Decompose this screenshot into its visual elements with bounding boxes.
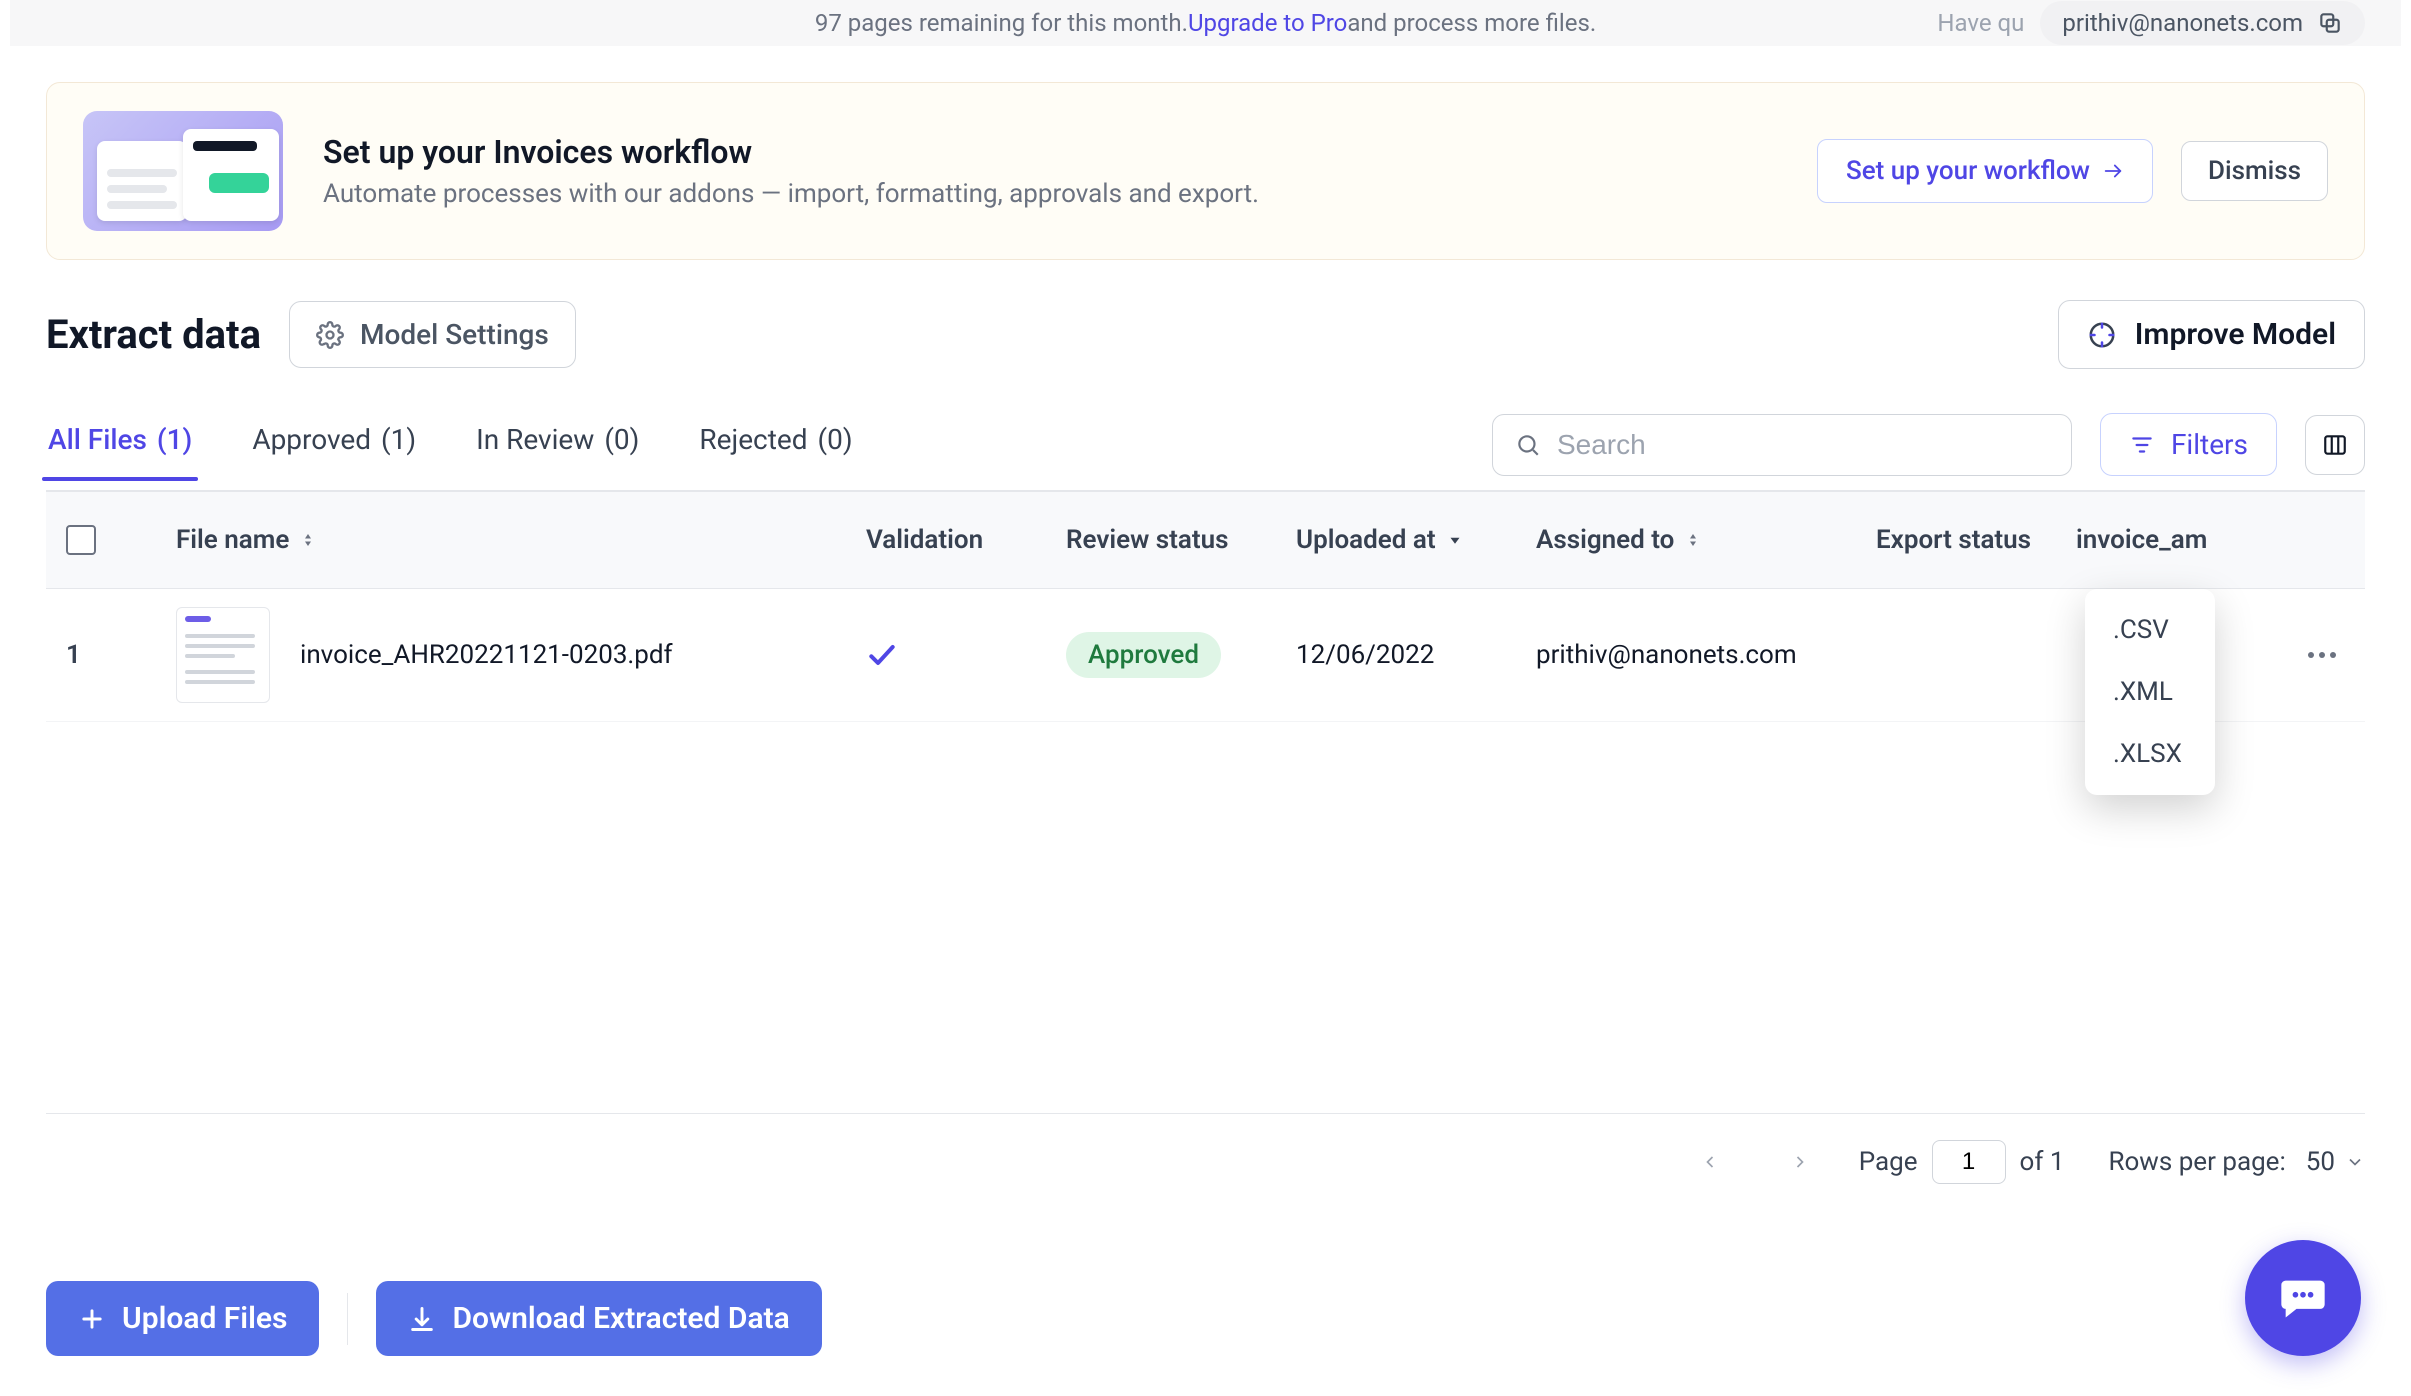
search-icon [1515, 432, 1541, 458]
chat-fab[interactable] [2245, 1240, 2361, 1356]
filter-icon [2129, 432, 2155, 458]
files-table: File name Validation Review status Uploa… [46, 491, 2365, 722]
download-extracted-button[interactable]: Download Extracted Data [376, 1281, 821, 1356]
workflow-promo-banner: Set up your Invoices workflow Automate p… [46, 82, 2365, 260]
dismiss-button[interactable]: Dismiss [2181, 141, 2328, 201]
page-of-label: of 1 [2020, 1147, 2065, 1177]
sort-icon [1684, 531, 1702, 549]
setup-workflow-button[interactable]: Set up your workflow [1817, 139, 2153, 203]
page-label: Page [1859, 1147, 1918, 1177]
col-export-status-label: Export status [1876, 525, 2031, 555]
page-title: Extract data [46, 311, 261, 358]
row-more-button[interactable] [2299, 632, 2345, 678]
rows-per-page-value: 50 [2306, 1147, 2335, 1177]
file-name: invoice_AHR20221121-0203.pdf [300, 640, 673, 670]
bottom-action-bar: Upload Files Download Extracted Data [46, 1281, 2365, 1356]
top-notice-bar: 97 pages remaining for this month. Upgra… [10, 0, 2401, 46]
upload-files-button[interactable]: Upload Files [46, 1281, 319, 1356]
user-email: prithiv@nanonets.com [2062, 9, 2303, 37]
promo-subtitle: Automate processes with our addons — imp… [323, 179, 1259, 209]
top-notice-prefix: 97 pages remaining for this month. [815, 9, 1188, 37]
model-settings-button[interactable]: Model Settings [289, 301, 576, 368]
uploaded-at: 12/06/2022 [1296, 640, 1536, 670]
setup-workflow-label: Set up your workflow [1846, 156, 2090, 186]
select-all-checkbox[interactable] [66, 525, 96, 555]
tab-all-files-label: All Files [48, 423, 147, 456]
tab-approved-count: (1) [381, 423, 416, 456]
export-xlsx[interactable]: .XLSX [2085, 723, 2215, 785]
col-invoice-am[interactable]: invoice_am [2076, 525, 2345, 555]
user-email-pill[interactable]: prithiv@nanonets.com [2040, 1, 2365, 45]
columns-button[interactable] [2305, 415, 2365, 475]
table-row[interactable]: 1 invoice_AHR20221121-0203.pdf Approved … [46, 589, 2365, 722]
next-page-button[interactable] [1785, 1147, 1815, 1177]
tab-in-review-label: In Review [476, 423, 594, 456]
status-tabs: All Files (1) Approved (1) In Review (0)… [46, 423, 855, 480]
rows-per-page-label: Rows per page: [2108, 1147, 2285, 1177]
col-export-status[interactable]: Export status [1876, 525, 2076, 555]
row-number: 1 [66, 640, 176, 670]
model-settings-label: Model Settings [360, 318, 549, 351]
document-thumbnail[interactable] [176, 607, 270, 703]
tab-all-files[interactable]: All Files (1) [46, 423, 194, 480]
export-csv[interactable]: .CSV [2085, 599, 2215, 661]
improve-model-label: Improve Model [2135, 317, 2336, 352]
col-assigned-to[interactable]: Assigned to [1536, 525, 1876, 555]
tab-in-review[interactable]: In Review (0) [474, 423, 641, 480]
col-review-status-label: Review status [1066, 525, 1228, 555]
tab-rejected-count: (0) [818, 423, 853, 456]
copy-icon[interactable] [2317, 10, 2343, 36]
col-uploaded-at-label: Uploaded at [1296, 525, 1436, 555]
col-invoice-am-label: invoice_am [2076, 525, 2207, 555]
tab-approved-label: Approved [252, 423, 371, 456]
upgrade-link[interactable]: Upgrade to Pro [1188, 9, 1347, 37]
page-input[interactable] [1932, 1140, 2006, 1184]
tab-in-review-count: (0) [604, 423, 639, 456]
tab-approved[interactable]: Approved (1) [250, 423, 418, 480]
filters-button[interactable]: Filters [2100, 413, 2277, 476]
prev-page-button[interactable] [1695, 1147, 1725, 1177]
arrow-right-icon [2102, 160, 2124, 182]
tab-all-files-count: (1) [157, 423, 192, 456]
review-status-badge: Approved [1066, 632, 1221, 678]
divider [347, 1293, 348, 1345]
col-uploaded-at[interactable]: Uploaded at [1296, 525, 1536, 555]
pagination-bar: Page of 1 Rows per page: 50 [46, 1113, 2365, 1184]
have-questions-truncated: Have qu [1937, 9, 2024, 37]
gear-icon [316, 321, 344, 349]
col-file-name-label: File name [176, 525, 289, 555]
improve-model-button[interactable]: Improve Model [2058, 300, 2365, 369]
col-validation-label: Validation [866, 525, 983, 555]
col-assigned-to-label: Assigned to [1536, 525, 1674, 555]
rows-per-page-select[interactable]: 50 [2306, 1147, 2365, 1177]
search-input[interactable] [1557, 429, 2049, 461]
sort-icon [299, 531, 317, 549]
dismiss-label: Dismiss [2208, 156, 2301, 186]
col-review-status[interactable]: Review status [1066, 525, 1296, 555]
tab-rejected-label: Rejected [699, 423, 807, 456]
col-validation[interactable]: Validation [866, 525, 1066, 555]
assigned-to: prithiv@nanonets.com [1536, 640, 1876, 670]
promo-title: Set up your Invoices workflow [323, 133, 1259, 171]
col-file-name[interactable]: File name [176, 525, 866, 555]
table-header: File name Validation Review status Uploa… [46, 491, 2365, 589]
upload-files-label: Upload Files [122, 1301, 287, 1336]
promo-illustration [83, 111, 283, 231]
top-notice-suffix: and process more files. [1347, 9, 1596, 37]
tab-rejected[interactable]: Rejected (0) [697, 423, 854, 480]
validation-check-icon [866, 639, 1066, 671]
caret-down-icon [1446, 531, 1464, 549]
export-xml[interactable]: .XML [2085, 661, 2215, 723]
download-extracted-label: Download Extracted Data [452, 1301, 789, 1336]
improve-icon [2087, 320, 2117, 350]
search-box[interactable] [1492, 414, 2072, 476]
export-format-menu: .CSV .XML .XLSX [2085, 589, 2215, 795]
filters-label: Filters [2171, 428, 2248, 461]
